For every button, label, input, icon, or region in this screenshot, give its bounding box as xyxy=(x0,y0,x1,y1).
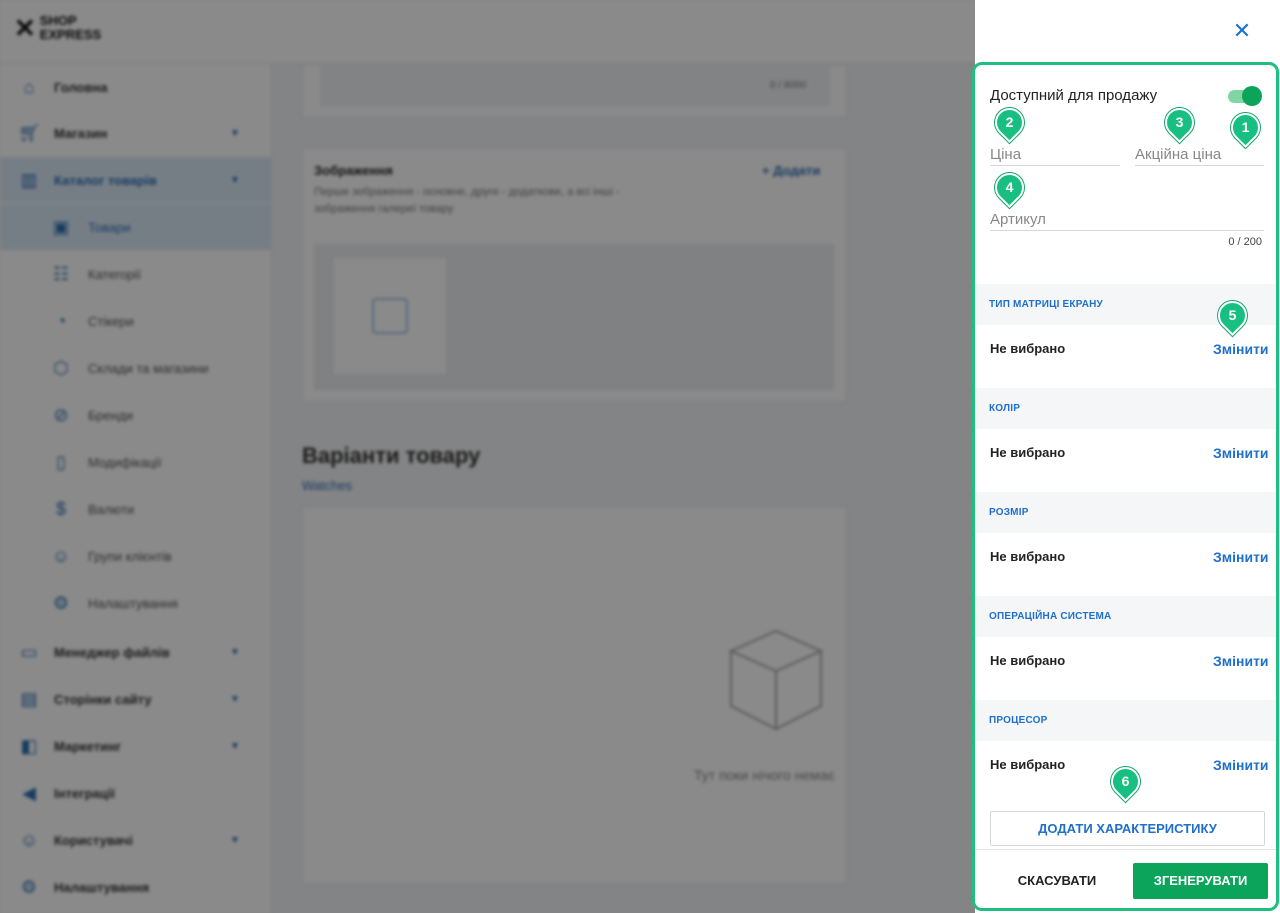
add-attribute-button[interactable]: ДОДАТИ ХАРАКТЕРИСТИКУ xyxy=(990,811,1265,846)
attribute-value: Не вибрано xyxy=(990,445,1066,460)
price-placeholder: Ціна xyxy=(990,146,1022,163)
sku-field[interactable]: Артикул xyxy=(990,209,1264,231)
close-icon[interactable]: ✕ xyxy=(1232,20,1252,42)
attribute-heading: КОЛІР xyxy=(975,388,1279,429)
attribute-row: Не вибрано Змінити xyxy=(975,637,1279,700)
change-attribute-button[interactable]: Змінити xyxy=(1213,653,1269,669)
attribute-heading: ПРОЦЕСОР xyxy=(975,700,1279,741)
marker-number: 1 xyxy=(1241,119,1250,135)
sale-price-placeholder: Акційна ціна xyxy=(1135,146,1222,163)
marker-number: 2 xyxy=(1005,114,1014,130)
attribute-heading: ОПЕРАЦІЙНА СИСТЕМА xyxy=(975,596,1279,637)
attribute-value: Не вибрано xyxy=(990,549,1066,564)
attribute-value: Не вибрано xyxy=(990,653,1066,668)
sku-placeholder: Артикул xyxy=(990,211,1046,228)
toggle-knob xyxy=(1242,86,1262,106)
attribute-heading: РОЗМІР xyxy=(975,492,1279,533)
cancel-button[interactable]: СКАСУВАТИ xyxy=(1002,864,1112,898)
change-attribute-button[interactable]: Змінити xyxy=(1213,757,1269,773)
attribute-value: Не вибрано xyxy=(990,341,1066,356)
generate-button[interactable]: ЗГЕНЕРУВАТИ xyxy=(1133,863,1268,899)
footer-divider xyxy=(975,849,1279,850)
sku-counter: 0 / 200 xyxy=(1228,236,1262,248)
available-for-sale-label: Доступний для продажу xyxy=(990,87,1158,104)
marker-number: 4 xyxy=(1005,179,1014,195)
available-toggle[interactable] xyxy=(1228,86,1262,106)
change-attribute-button[interactable]: Змінити xyxy=(1213,341,1269,357)
attribute-value: Не вибрано xyxy=(990,757,1066,772)
modal-overlay[interactable] xyxy=(0,0,975,913)
marker-number: 6 xyxy=(1121,773,1130,789)
price-field[interactable]: Ціна xyxy=(990,144,1120,166)
change-attribute-button[interactable]: Змінити xyxy=(1213,445,1269,461)
marker-number: 5 xyxy=(1228,307,1237,323)
attribute-row: Не вибрано Змінити xyxy=(975,533,1279,596)
attribute-row: Не вибрано Змінити xyxy=(975,429,1279,492)
change-attribute-button[interactable]: Змінити xyxy=(1213,549,1269,565)
marker-number: 3 xyxy=(1175,114,1184,130)
